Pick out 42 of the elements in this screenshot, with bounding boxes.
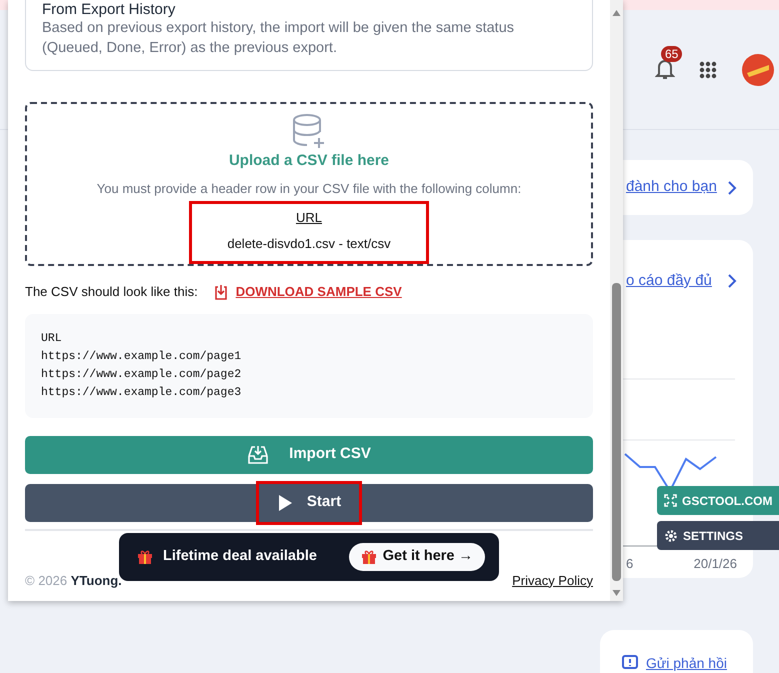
import-button[interactable]: Import CSV — [25, 436, 593, 474]
bell-icon[interactable] — [655, 58, 675, 80]
site-button[interactable]: GSCTOOL.COM — [657, 486, 779, 515]
settings-button[interactable]: SETTINGS — [657, 521, 779, 550]
card-link[interactable]: đành cho bạn — [626, 176, 717, 199]
expand-icon — [664, 494, 677, 507]
sample-label: The CSV should look like this: — [25, 283, 198, 301]
download-icon — [214, 284, 228, 300]
get-deal-button[interactable]: Get it here → — [348, 543, 485, 571]
feedback-link[interactable]: Gửi phản hồi — [622, 655, 727, 671]
upload-dropzone[interactable]: Upload a CSV file here You must provide a header row in your CSV file with the following column: URL delete-disvdo1.csv - text/csv — [25, 102, 593, 266]
settings-icon — [664, 528, 678, 542]
card-link[interactable]: o cáo đầy đủ — [626, 270, 712, 292]
chevron-right-icon — [727, 180, 737, 194]
privacy-link[interactable]: Privacy Policy — [512, 570, 593, 590]
code-line: https://www.example.com/page3 — [41, 384, 242, 400]
chevron-right-icon — [727, 274, 737, 288]
file-name: delete-disvdo1.csv - text/csv — [226, 234, 392, 252]
axis-label: 20/1/26 — [694, 554, 737, 572]
option-card[interactable]: From Export History Based on previous export history, the import will be given the same status (Queued, Done, Error) as the previous export. — [25, 0, 593, 71]
feedback-icon — [622, 655, 638, 671]
code-line: https://www.example.com/page2 — [41, 366, 242, 382]
scrollbar[interactable] — [610, 0, 623, 601]
option-description: Based on previous export history, the import will be given the same status (Queued, Done, Error) as the previous export. — [42, 19, 516, 58]
inbox-download-icon — [247, 444, 270, 466]
column-name: URL — [294, 209, 323, 227]
apps-grid-icon[interactable] — [699, 60, 717, 78]
upload-title: Upload a CSV file here — [228, 151, 390, 171]
play-icon — [276, 494, 293, 512]
notification-badge: 65 — [661, 46, 682, 62]
upload-hint: You must provide a header row in your CSV file with the following column: — [96, 180, 522, 198]
gift-icon — [137, 549, 153, 565]
download-link[interactable]: DOWNLOAD SAMPLE CSV — [214, 282, 402, 302]
option-title: From Export History — [42, 1, 176, 18]
copyright-text: © 2026 YTuong. — [25, 572, 122, 590]
promo-text: Lifetime deal available — [163, 547, 317, 566]
axis-label: 6 — [626, 554, 634, 572]
code-line: https://www.example.com/page1 — [41, 348, 242, 364]
avatar-icon[interactable] — [741, 52, 775, 86]
database-add-icon — [292, 114, 326, 150]
gift-icon — [360, 549, 377, 565]
code-line: URL — [41, 330, 63, 346]
